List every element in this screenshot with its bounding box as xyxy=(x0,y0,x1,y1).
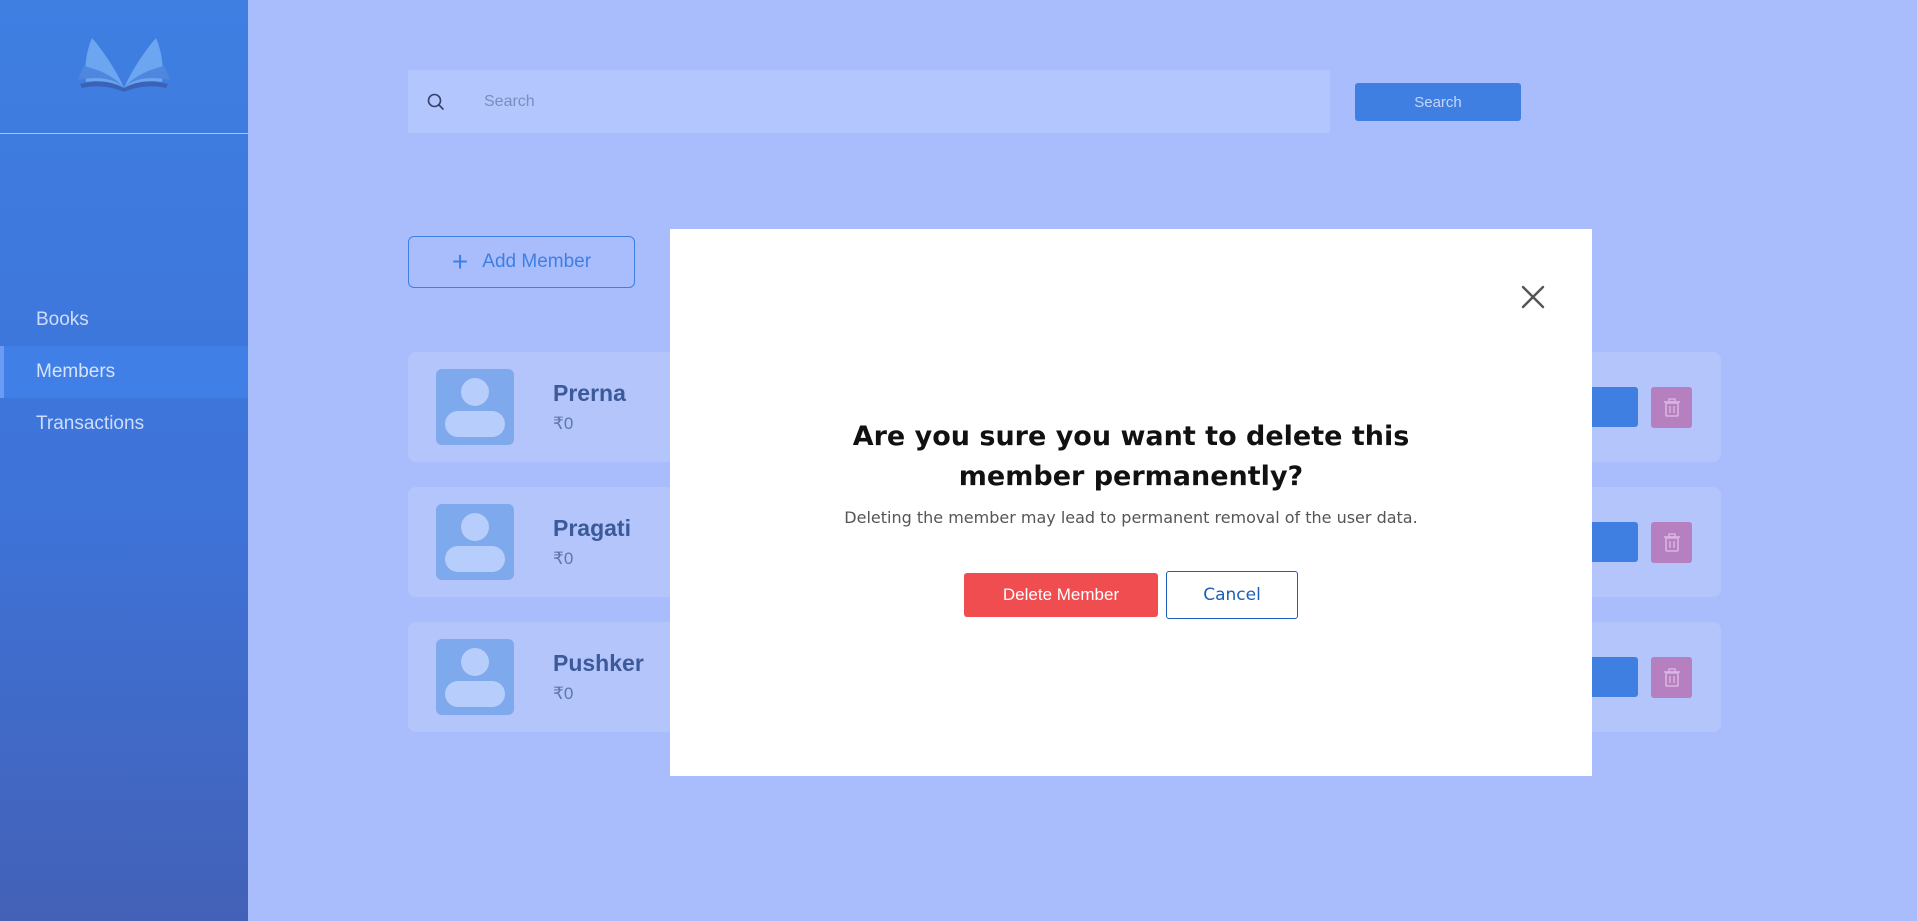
member-fine: ₹0 xyxy=(553,549,574,568)
modal-title: Are you sure you want to delete this mem… xyxy=(852,421,1410,492)
search-input[interactable] xyxy=(484,70,1304,133)
search-bar xyxy=(408,70,1330,133)
delete-member-button[interactable] xyxy=(1651,657,1692,698)
sidebar-nav: Books Members Transactions xyxy=(0,294,248,450)
search-button[interactable]: Search xyxy=(1355,83,1521,121)
trash-icon xyxy=(1663,532,1680,552)
close-icon[interactable] xyxy=(1520,284,1546,310)
add-member-label: Add Member xyxy=(482,251,592,272)
avatar xyxy=(436,504,514,580)
sidebar-item-transactions[interactable]: Transactions xyxy=(0,398,248,450)
modal-subtitle: Deleting the member may lead to permanen… xyxy=(844,508,1418,527)
delete-member-confirm-button[interactable]: Delete Member xyxy=(964,573,1158,617)
delete-confirm-modal: Are you sure you want to delete this mem… xyxy=(670,229,1592,776)
edit-member-button[interactable] xyxy=(1584,657,1638,697)
sidebar-item-label: Transactions xyxy=(36,413,145,434)
logo-area xyxy=(0,0,248,134)
delete-member-button[interactable] xyxy=(1651,522,1692,563)
edit-member-button[interactable] xyxy=(1584,387,1638,427)
sidebar: Books Members Transactions xyxy=(0,0,248,921)
sidebar-item-members[interactable]: Members xyxy=(0,346,248,398)
member-name: Pragati xyxy=(553,515,631,541)
delete-member-button[interactable] xyxy=(1651,387,1692,428)
member-fine: ₹0 xyxy=(553,414,574,433)
trash-icon xyxy=(1663,397,1680,417)
member-name: Prerna xyxy=(553,380,626,406)
sidebar-item-label: Books xyxy=(36,309,89,330)
search-icon xyxy=(427,93,444,110)
edit-member-button[interactable] xyxy=(1584,522,1638,562)
member-fine: ₹0 xyxy=(553,684,574,703)
add-member-button[interactable]: + Add Member xyxy=(408,236,635,288)
member-name: Pushker xyxy=(553,650,644,676)
sidebar-item-books[interactable]: Books xyxy=(0,294,248,346)
trash-icon xyxy=(1663,667,1680,687)
open-book-logo[interactable] xyxy=(76,30,172,94)
avatar xyxy=(436,369,514,445)
plus-icon: + xyxy=(451,246,469,277)
sidebar-item-label: Members xyxy=(36,361,116,382)
cancel-button[interactable]: Cancel xyxy=(1166,571,1298,619)
avatar xyxy=(436,639,514,715)
